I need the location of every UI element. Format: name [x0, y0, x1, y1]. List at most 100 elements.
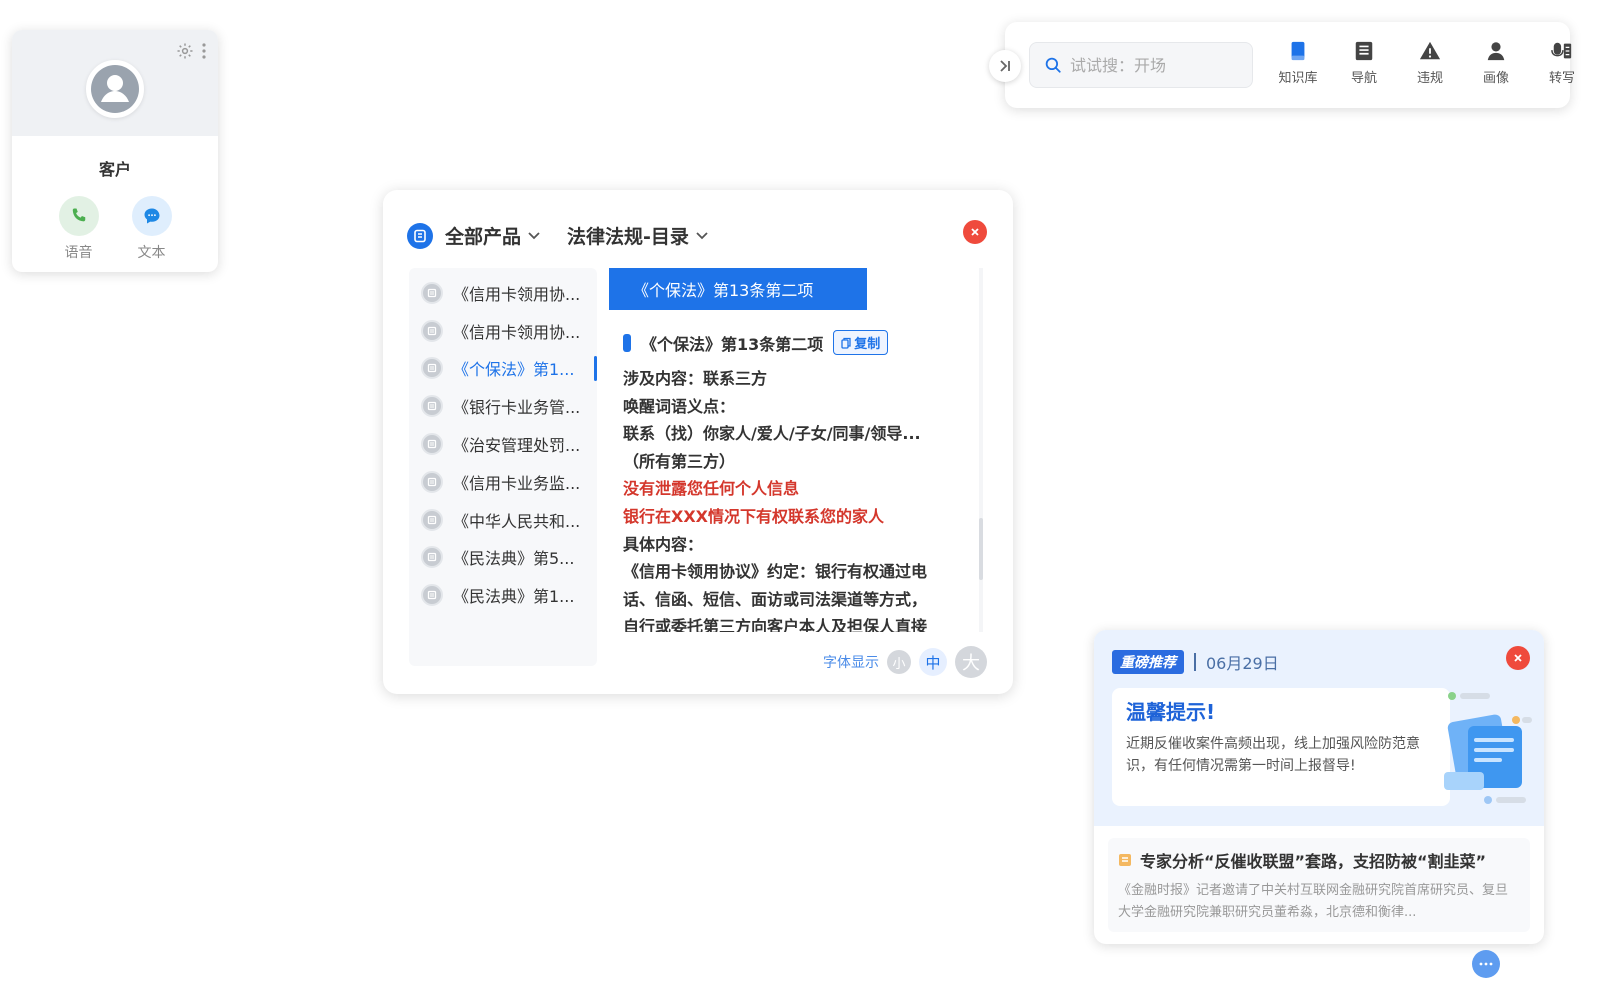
law-list-item[interactable]: 《信用卡领用协... [409, 274, 597, 312]
law-list-item[interactable]: 《治安管理处罚... [409, 425, 597, 463]
reco-date: 06月29日 [1206, 654, 1279, 673]
font-size-small[interactable]: 小 [887, 650, 911, 674]
collapse-icon [1000, 60, 1010, 72]
search-box[interactable] [1029, 42, 1253, 88]
law-list-item[interactable]: 《个保法》第1... [409, 350, 597, 388]
law-item-label: 《银行卡业务管... [453, 398, 581, 418]
law-list-item[interactable]: 《信用卡领用协... [409, 312, 597, 350]
recommendation-card: 重磅推荐 06月29日 温馨提示! 近期反催收案件高频出现，线上加强风险防范意识… [1094, 630, 1544, 944]
law-item-icon [421, 470, 443, 493]
reco-close-button[interactable] [1506, 646, 1530, 670]
reco-news-item[interactable]: 专家分析“反催收联盟”套路，支招防被“割韭菜” 《金融时报》记者邀请了中关村互联… [1108, 838, 1530, 932]
news-icon [1119, 854, 1131, 866]
article-line: 话、信函、短信、面访或司法渠道等方式， [623, 589, 928, 609]
law-list-item[interactable]: 《民法典》第1... [409, 576, 597, 614]
article-highlight-line: 没有泄露您任何个人信息 [623, 479, 800, 499]
list-icon [1355, 41, 1373, 61]
user-icon [1487, 42, 1505, 61]
law-item-label: 《民法典》第1... [453, 587, 575, 607]
content-scrollbar-thumb[interactable] [979, 518, 983, 580]
law-item-icon [421, 508, 443, 531]
nav-label: 画像 [1482, 71, 1509, 86]
article-line: 具体内容： [623, 534, 704, 554]
phone-icon[interactable] [58, 196, 99, 236]
font-size-control: 字体显示 小 中 大 [823, 646, 987, 678]
article-line: 涉及内容：联系三方 [623, 369, 768, 388]
article-line: 唤醒词语义点： [623, 396, 736, 416]
law-item-label: 《信用卡领用协... [453, 284, 581, 304]
law-list-item[interactable]: 《中华人民共和... [409, 501, 597, 539]
category-dropdown-label: 法律法规-目录 [567, 226, 689, 248]
knowledge-logo-icon [407, 222, 433, 249]
law-list-item[interactable]: 《民法典》第5... [409, 539, 597, 577]
search-input[interactable] [1070, 55, 1240, 75]
nav-transcribe[interactable]: 转写 [1539, 40, 1585, 86]
chevron-down-icon [696, 231, 708, 239]
floating-assistant-button[interactable] [1472, 950, 1500, 978]
article-line: 联系（找）你家人/爱人/子女/同事/领导... [623, 424, 921, 444]
chevron-down-icon [528, 231, 540, 239]
law-item-label: 《民法典》第5... [453, 549, 575, 569]
font-size-large[interactable]: 大 [955, 646, 987, 678]
reco-badge: 重磅推荐 [1112, 650, 1184, 674]
product-dropdown[interactable]: 全部产品 [445, 222, 541, 249]
customer-card-header [12, 30, 218, 136]
warning-icon [1419, 41, 1441, 60]
copy-button[interactable]: 复制 [833, 330, 889, 355]
article-highlight-line: 银行在XXX情况下有权联系您的家人 [623, 506, 885, 526]
reco-news-title: 专家分析“反催收联盟”套路，支招防被“割韭菜” [1118, 848, 1520, 872]
book-icon [1291, 41, 1305, 61]
search-icon [1045, 57, 1061, 73]
law-item-label: 《信用卡业务监... [453, 473, 581, 493]
close-icon [1514, 654, 1522, 662]
more-vertical-icon[interactable] [202, 43, 206, 63]
article-line: 自行或委托第三方向客户本人及担保人直接 [623, 617, 928, 632]
law-item-icon [421, 281, 443, 304]
voice-action[interactable]: 语音 [58, 196, 99, 262]
reco-news-title-text: 专家分析“反催收联盟”套路，支招防被“割韭菜” [1140, 852, 1487, 871]
toolbar-nav: 知识库 导航 违规 画像 转写 [1275, 40, 1585, 86]
nav-label: 转写 [1548, 71, 1575, 86]
collapse-button[interactable] [989, 50, 1021, 82]
nav-navigation[interactable]: 导航 [1341, 40, 1387, 86]
nav-knowledge-base[interactable]: 知识库 [1275, 40, 1321, 86]
nav-profile[interactable]: 画像 [1473, 40, 1519, 86]
law-item-icon [421, 395, 443, 418]
law-item-label: 《中华人民共和... [453, 511, 581, 531]
chat-icon[interactable] [131, 196, 172, 236]
article-content: 《个保法》第13条第二项 《个保法》第13条第二项 复制 涉及内容：联系三方 唤… [609, 268, 981, 632]
article-tab[interactable]: 《个保法》第13条第二项 [609, 268, 867, 310]
category-dropdown[interactable]: 法律法规-目录 [567, 222, 709, 249]
customer-card: 客户 语音 文本 [12, 30, 218, 272]
law-list-item[interactable]: 《银行卡业务管... [409, 387, 597, 425]
law-item-label: 《个保法》第1... [453, 360, 575, 380]
law-item-label: 《信用卡领用协... [453, 322, 581, 342]
avatar [86, 60, 144, 118]
law-list: 《信用卡领用协... 《信用卡领用协... 《个保法》第1... 《银行卡业务管...… [409, 268, 597, 666]
font-size-medium[interactable]: 中 [919, 648, 947, 676]
top-toolbar: 知识库 导航 违规 画像 转写 [989, 22, 1575, 108]
law-item-icon [421, 357, 443, 380]
nav-violation[interactable]: 违规 [1407, 40, 1453, 86]
article-title-row: 《个保法》第13条第二项 复制 [609, 330, 981, 355]
reco-news-text: 《金融时报》记者邀请了中关村互联网金融研究院首席研究员、复旦大学金融研究院兼职研… [1118, 883, 1509, 920]
law-item-icon [421, 433, 443, 456]
reco-tip[interactable]: 温馨提示! 近期反催收案件高频出现，线上加强风险防范意识，有任何情况需第一时间上… [1112, 688, 1450, 806]
close-icon [971, 228, 979, 236]
law-item-label: 《治安管理处罚... [453, 436, 581, 456]
customer-name: 客户 [98, 160, 131, 179]
text-action[interactable]: 文本 [131, 196, 172, 262]
title-marker [623, 333, 631, 352]
reco-tip-title: 温馨提示! [1126, 700, 1216, 724]
panel-close-button[interactable] [963, 220, 987, 244]
transcribe-icon [1551, 42, 1572, 59]
reco-tip-text: 近期反催收案件高频出现，线上加强风险防范意识，有任何情况需第一时间上报督导! [1126, 736, 1420, 774]
gear-icon[interactable] [176, 42, 194, 64]
law-list-item[interactable]: 《信用卡业务监... [409, 463, 597, 501]
more-horizontal-icon [1479, 962, 1493, 966]
copy-icon [841, 337, 851, 349]
law-item-icon [421, 584, 443, 607]
font-size-label: 字体显示 [823, 655, 879, 671]
law-item-icon [421, 546, 443, 569]
voice-label: 语音 [64, 245, 93, 261]
